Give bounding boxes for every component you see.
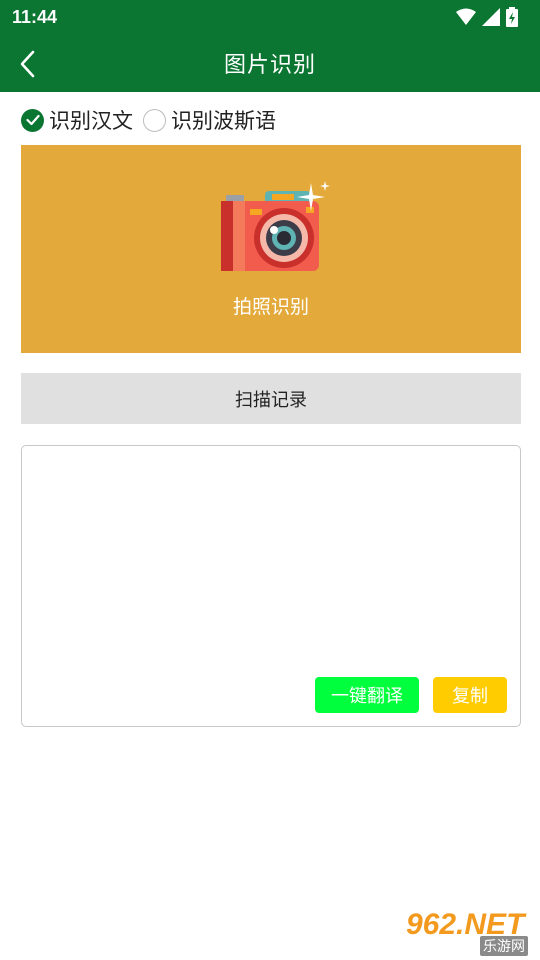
radio-option-persian[interactable]: 识别波斯语: [143, 105, 276, 135]
take-photo-button[interactable]: 拍照识别: [21, 145, 521, 353]
language-options: 识别汉文 识别波斯语: [21, 104, 286, 136]
page-title: 图片识别: [223, 53, 316, 78]
radio-label-persian: 识别波斯语: [171, 109, 276, 133]
take-photo-label: 拍照识别: [232, 296, 309, 318]
watermark-sub-text: 乐游网: [480, 936, 528, 956]
check-icon: [25, 114, 40, 126]
result-textarea[interactable]: [34, 456, 508, 666]
status-time: 11:44: [12, 6, 58, 27]
watermark-logo: 962.NET 乐游网: [400, 908, 534, 956]
signal-icon: [482, 8, 500, 26]
radio-checked-icon: [21, 108, 44, 132]
back-button[interactable]: [6, 42, 50, 86]
scan-history-button[interactable]: 扫描记录: [21, 373, 521, 424]
app-toolbar: 图片识别: [0, 34, 540, 92]
result-panel: 一键翻译 复制: [21, 445, 521, 727]
status-bar: 11:44: [0, 0, 540, 34]
camera-icon: [221, 181, 330, 271]
battery-icon: [506, 7, 518, 27]
wifi-icon: [456, 8, 476, 25]
radio-option-chinese[interactable]: 识别汉文: [21, 105, 133, 135]
one-click-translate-button[interactable]: 一键翻译: [315, 677, 419, 713]
radio-unchecked-icon: [143, 108, 166, 132]
chevron-left-icon: [20, 50, 35, 78]
copy-button[interactable]: 复制: [433, 677, 507, 713]
radio-label-chinese: 识别汉文: [49, 109, 133, 133]
status-icons: [456, 7, 518, 27]
